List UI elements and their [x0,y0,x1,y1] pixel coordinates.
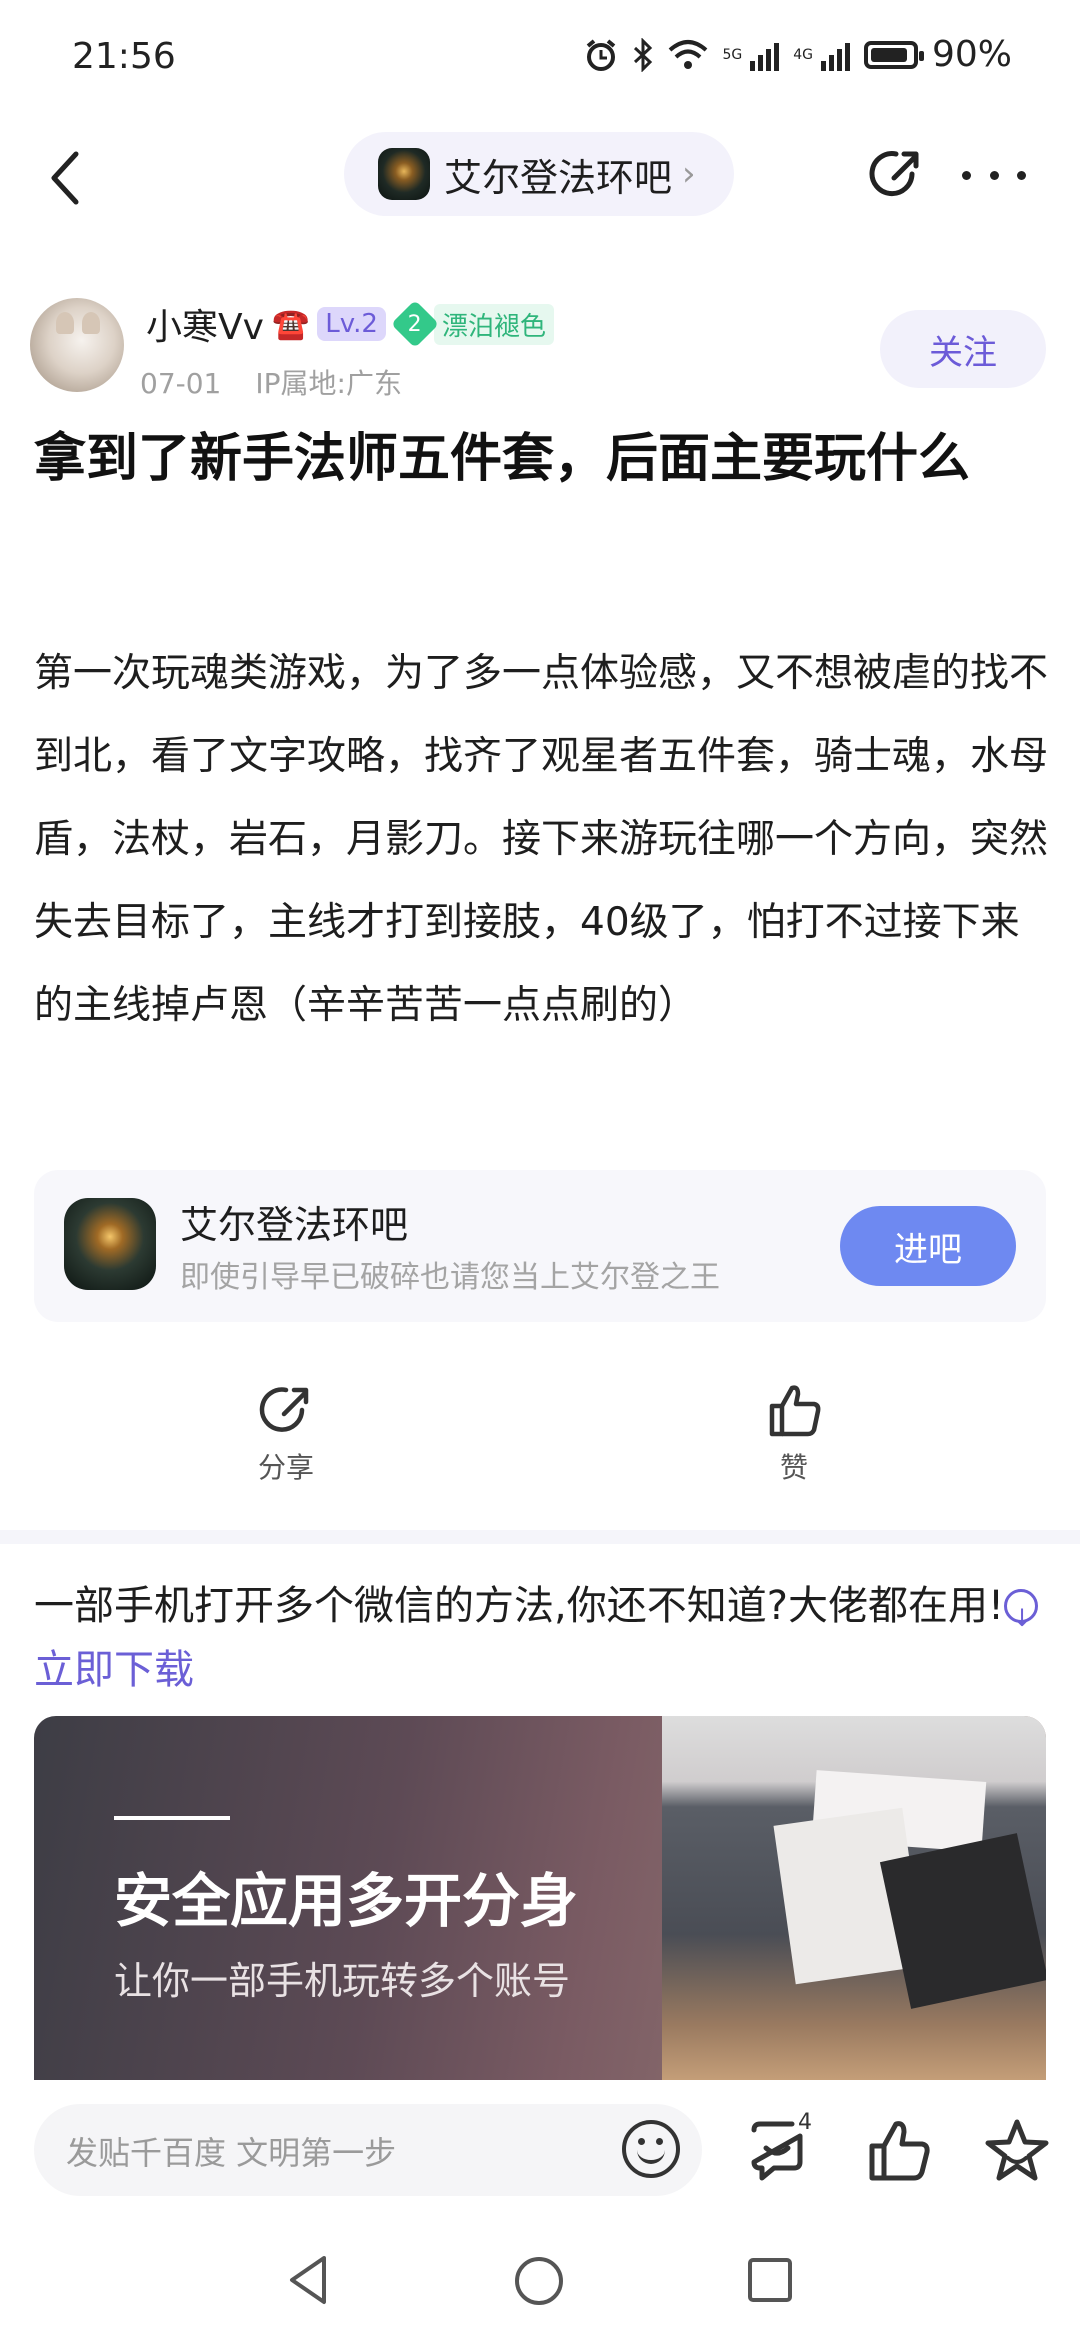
forum-name: 艾尔登法环吧 [444,155,673,200]
share-icon[interactable] [866,144,926,204]
status-icons: 5G 4G 90% [584,34,1012,75]
emoji-icon[interactable] [622,2120,680,2178]
share-action[interactable]: 分享 [226,1380,346,1486]
post-title: 拿到了新手法师五件套，后面主要玩什么 [34,429,971,489]
battery-percent: 90% [931,34,1012,75]
more-icon[interactable] [962,160,1026,190]
phone-icon: ☎️ [271,306,310,342]
forum-name-pill[interactable]: 艾尔登法环吧 › [344,132,734,216]
back-arrow-icon[interactable] [46,148,86,208]
forum-card-description: 即使引导早已破碎也请您当上艾尔登之王 [180,1260,720,1295]
ad-copy: 一部手机打开多个微信的方法,你还不知道?大佬都在用! [34,1583,1004,1629]
author-row: 小寒Vv ☎️ Lv.2 2 漂泊褪色 [146,298,554,350]
reply-input[interactable]: 发贴千百度 文明第一步 [34,2104,702,2196]
share-icon [259,1387,309,1432]
network-5g-label: 5G [722,46,743,63]
system-nav-bar [0,2220,1080,2340]
enter-forum-button[interactable]: 进吧 [840,1206,1016,1286]
thumbs-up-icon[interactable] [864,2116,934,2186]
forum-card[interactable]: 艾尔登法环吧 即使引导早已破碎也请您当上艾尔登之王 进吧 [34,1170,1046,1322]
nav-home-icon[interactable] [512,2254,566,2308]
wifi-icon [669,39,708,69]
badge-title: 漂泊褪色 [433,303,554,345]
status-bar: 21:56 5G 4G 90% [0,0,1080,120]
comment-count: 4 [798,2110,812,2135]
forum-card-name: 艾尔登法环吧 [180,1203,409,1247]
signal-strength-icon [750,39,780,71]
ad-image[interactable]: 安全应用多开分身 让你一部手机玩转多个账号 [34,1716,1046,2080]
ip-location: IP属地:广东 [255,367,402,400]
download-link-label: 立即下载 [34,1647,194,1693]
ad-text[interactable]: 一部手机打开多个微信的方法,你还不知道?大佬都在用! 立即下载 [34,1574,1050,1702]
status-time: 21:56 [72,36,176,77]
alarm-icon [587,38,616,71]
level-badge: Lv.2 [317,307,386,341]
share-label: 分享 [257,1451,314,1484]
author-name[interactable]: 小寒Vv [146,298,264,350]
forum-logo [378,148,430,200]
forum-card-logo [64,1198,156,1290]
post-meta: 07-01 IP属地:广东 [140,362,402,402]
nav-back-icon[interactable] [284,2252,332,2308]
post-date: 07-01 [140,367,222,400]
like-action[interactable]: 赞 [734,1380,854,1486]
like-label: 赞 [779,1451,808,1484]
bluetooth-icon [634,37,653,72]
nav-recents-icon[interactable] [746,2256,794,2304]
chevron-right-icon: › [682,154,696,194]
badge-gem-icon: 2 [390,299,440,349]
signal-strength-icon-2 [820,39,850,71]
ad-image-subline: 让你一部手机玩转多个账号 [114,1959,571,2003]
reply-input-placeholder: 发贴千百度 文明第一步 [66,2134,397,2172]
star-icon[interactable] [982,2116,1052,2186]
ad-decoration-line [114,1816,230,1820]
avatar[interactable] [30,298,124,392]
post-body: 第一次玩魂类游戏，为了多一点体验感，又不想被虐的找不到北，看了文字攻略，找齐了观… [34,651,1049,1028]
section-divider [0,1530,1080,1544]
ad-image-headline: 安全应用多开分身 [114,1867,579,1935]
thumbs-up-icon [769,1385,821,1437]
follow-button[interactable]: 关注 [880,310,1046,388]
battery-icon [863,40,924,69]
network-4g-label: 4G [793,46,813,63]
download-icon [1003,1586,1038,1650]
